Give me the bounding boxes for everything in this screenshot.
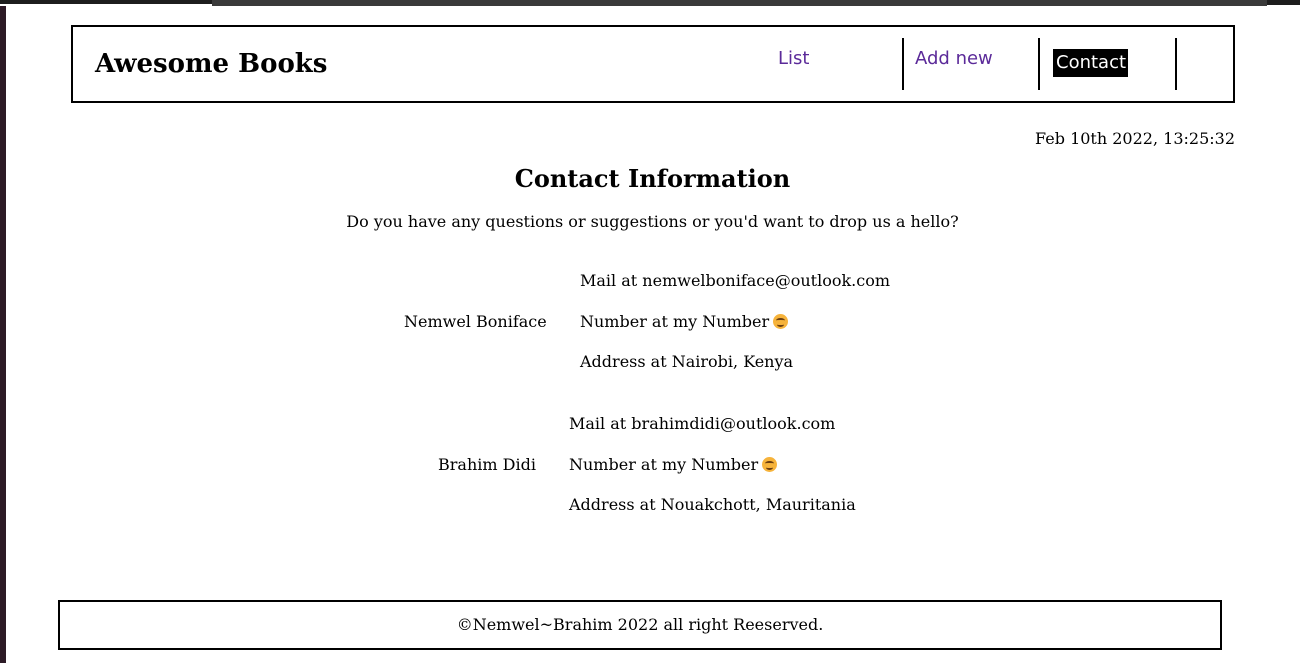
contact-name: Nemwel Boniface [404,312,547,331]
contact-number-text: Number at my Number [569,455,759,474]
current-datetime: Feb 10th 2022, 13:25:32 [1035,129,1235,148]
browser-top-bar [0,0,1300,6]
contact-mail: Mail at brahimdidi@outlook.com [569,414,836,433]
nav-list-link[interactable]: List [778,47,809,71]
contact-address: Address at Nouakchott, Mauritania [569,495,856,514]
contact-title: Contact Information [514,164,791,193]
nav-add-new-link[interactable]: Add new [915,47,993,71]
footer-text: ©Nemwel~Brahim 2022 all right Reeserved. [456,615,824,634]
contact-number-text: Number at my Number [580,312,770,331]
site-header: Awesome Books List Add new Contact [71,25,1235,103]
contact-number: Number at my Number [569,455,778,474]
contact-mail: Mail at nemwelboniface@outlook.com [580,271,891,290]
window-left-edge [0,0,6,663]
nav-divider [1038,38,1040,90]
site-footer: ©Nemwel~Brahim 2022 all right Reeserved. [58,600,1222,650]
contact-address: Address at Nairobi, Kenya [580,352,794,371]
contact-subtitle: Do you have any questions or suggestions… [346,212,959,231]
contact-name: Brahim Didi [438,455,536,474]
contact-number: Number at my Number [580,312,789,331]
nav-divider [1175,38,1177,90]
nav-contact-link[interactable]: Contact [1053,49,1129,77]
smiling-face-icon [762,457,778,472]
brand-title: Awesome Books [95,49,328,79]
nav-divider [902,38,904,90]
smiling-face-icon [773,314,789,329]
